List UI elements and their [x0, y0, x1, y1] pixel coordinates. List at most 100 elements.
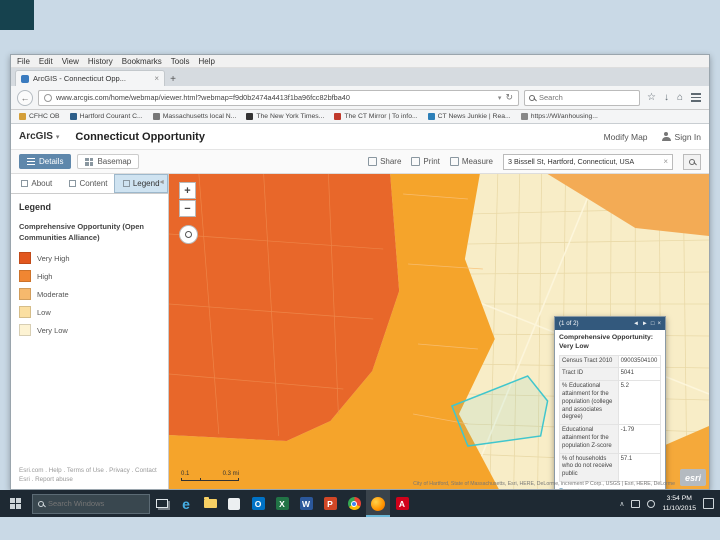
- search-icon: [689, 158, 695, 165]
- share-button[interactable]: Share: [368, 157, 401, 166]
- bookmark-item[interactable]: The New York Times...: [246, 113, 324, 120]
- network-icon[interactable]: [631, 499, 641, 508]
- bookmark-star-icon[interactable]: ☆: [647, 92, 656, 103]
- sidebar-footer-links[interactable]: Esri.com . Help . Terms of Use . Privacy…: [11, 466, 168, 489]
- popup-header[interactable]: (1 of 2) ◄ ► □ ×: [555, 317, 665, 330]
- windows-search-box[interactable]: [32, 493, 150, 514]
- browser-search-input[interactable]: [538, 93, 625, 102]
- tab-title: ArcGIS - Connecticut Opp...: [33, 74, 126, 83]
- url-bar[interactable]: www.arcgis.com/home/webmap/viewer.html?w…: [38, 89, 519, 106]
- esri-logo: esri: [680, 469, 706, 486]
- url-dropdown-icon[interactable]: ▾: [498, 94, 502, 102]
- menu-bookmarks[interactable]: Bookmarks: [122, 57, 162, 66]
- details-button[interactable]: Details: [19, 154, 72, 169]
- zoom-out-button[interactable]: −: [179, 200, 196, 217]
- sidebar-tabs: About Content Legend: [11, 174, 169, 194]
- file-explorer-button[interactable]: [198, 490, 222, 517]
- basemap-button[interactable]: Basemap: [77, 154, 140, 169]
- tab-close-icon[interactable]: ×: [154, 74, 159, 83]
- popup-close-icon[interactable]: ×: [657, 321, 661, 327]
- home-icon[interactable]: ⌂: [677, 92, 683, 103]
- search-icon: [528, 94, 535, 101]
- sign-in-link[interactable]: Sign In: [661, 132, 701, 142]
- word-button[interactable]: W: [294, 490, 318, 517]
- bookmark-favicon: [334, 113, 342, 120]
- map-canvas[interactable]: + − (1 of 2) ◄ ► □ × Comprehensive Oppor…: [169, 174, 709, 489]
- popup-title: Comprehensive Opportunity: Very Low: [559, 334, 654, 350]
- taskbar-clock[interactable]: 3:54 PM 11/10/2015: [662, 494, 696, 512]
- browser-search-box[interactable]: [523, 89, 640, 106]
- measure-icon: [449, 157, 459, 166]
- excel-button[interactable]: X: [270, 490, 294, 517]
- popup-maximize-icon[interactable]: □: [651, 321, 655, 327]
- bookmark-favicon: [152, 113, 160, 120]
- page-title: Connecticut Opportunity: [75, 130, 205, 143]
- geocode-search-input[interactable]: 3 Bissell St, Hartford, Connecticut, USA…: [503, 153, 673, 170]
- geocode-search-button[interactable]: [683, 153, 701, 170]
- toolbar-right: Share Print Measure 3 Bissell St, Hartfo…: [368, 153, 701, 170]
- share-icon: [368, 157, 378, 166]
- bookmark-item[interactable]: CFHC OB: [19, 113, 60, 120]
- url-text: www.arcgis.com/home/webmap/viewer.html?w…: [56, 93, 350, 102]
- scale-bar: 0.1 0.3 mi: [181, 471, 239, 481]
- edge-button[interactable]: e: [174, 490, 198, 517]
- edge-icon: e: [182, 495, 190, 512]
- menu-view[interactable]: View: [62, 57, 79, 66]
- back-button[interactable]: ←: [17, 89, 33, 106]
- menu-hamburger-icon[interactable]: [691, 93, 701, 102]
- bookmark-item[interactable]: Massachusetts local N...: [152, 113, 236, 120]
- clear-icon[interactable]: ×: [663, 157, 668, 166]
- acrobat-button[interactable]: A: [390, 490, 414, 517]
- extent-circle-icon: [185, 231, 192, 238]
- menu-edit[interactable]: Edit: [39, 57, 53, 66]
- popup-next-icon[interactable]: ►: [642, 321, 648, 327]
- zoom-in-button[interactable]: +: [179, 182, 196, 199]
- new-tab-button[interactable]: +: [165, 72, 181, 86]
- menu-history[interactable]: History: [88, 57, 113, 66]
- tab-about[interactable]: About: [11, 174, 63, 193]
- browser-navbar: ← www.arcgis.com/home/webmap/viewer.html…: [11, 86, 709, 110]
- print-button[interactable]: Print: [411, 157, 440, 166]
- menu-file[interactable]: File: [17, 57, 30, 66]
- windows-search-input[interactable]: [48, 499, 133, 508]
- task-view-button[interactable]: [150, 490, 174, 517]
- tab-favicon: [21, 74, 29, 83]
- app-content: About Content Legend ◄ Legend Comprehens…: [11, 174, 709, 489]
- print-icon: [411, 157, 421, 166]
- basemap-grid-icon: [85, 157, 94, 166]
- arcgis-brand[interactable]: ArcGIS ▾: [19, 131, 59, 142]
- menu-tools[interactable]: Tools: [171, 57, 190, 66]
- scale-label-left: 0.1: [181, 471, 190, 477]
- popup-pager: (1 of 2): [559, 320, 579, 327]
- menu-help[interactable]: Help: [198, 57, 214, 66]
- word-icon: W: [299, 497, 313, 510]
- tray-caret-icon[interactable]: ∧: [619, 500, 624, 508]
- browser-tab[interactable]: ArcGIS - Connecticut Opp... ×: [15, 70, 165, 86]
- search-icon: [38, 500, 44, 507]
- firefox-button[interactable]: [366, 490, 390, 517]
- attribute-table: Census Tract 2010 09003504100 Tract ID 504…: [559, 354, 662, 483]
- bookmark-item[interactable]: Hartford Courant C...: [69, 113, 143, 120]
- bookmarks-bar: CFHC OB Hartford Courant C... Massachuse…: [11, 110, 709, 124]
- person-icon: [661, 132, 671, 141]
- bookmark-favicon: [69, 113, 77, 120]
- volume-icon[interactable]: [647, 499, 656, 508]
- outlook-button[interactable]: O: [246, 490, 270, 517]
- bookmark-item[interactable]: CT News Junkie | Rea...: [427, 113, 511, 120]
- modify-map-link[interactable]: Modify Map: [604, 132, 648, 142]
- bookmark-item[interactable]: https://Wl/anhousing...: [520, 113, 598, 120]
- measure-button[interactable]: Measure: [449, 157, 493, 166]
- sidebar-collapse-icon[interactable]: ◄: [158, 179, 165, 186]
- popup-prev-icon[interactable]: ◄: [633, 321, 639, 327]
- store-button[interactable]: [222, 490, 246, 517]
- bookmark-item[interactable]: The CT Mirror | To info...: [334, 113, 418, 120]
- download-icon[interactable]: ↓: [664, 92, 669, 103]
- chrome-button[interactable]: [342, 490, 366, 517]
- notification-center-icon[interactable]: [703, 498, 714, 509]
- tab-content[interactable]: Content: [63, 174, 115, 193]
- powerpoint-button[interactable]: P: [318, 490, 342, 517]
- default-extent-button[interactable]: [179, 225, 198, 244]
- legend-panel: Legend Comprehensive Opportunity (Open C…: [11, 194, 168, 466]
- reload-icon[interactable]: ↻: [505, 92, 513, 103]
- start-button[interactable]: [0, 490, 30, 517]
